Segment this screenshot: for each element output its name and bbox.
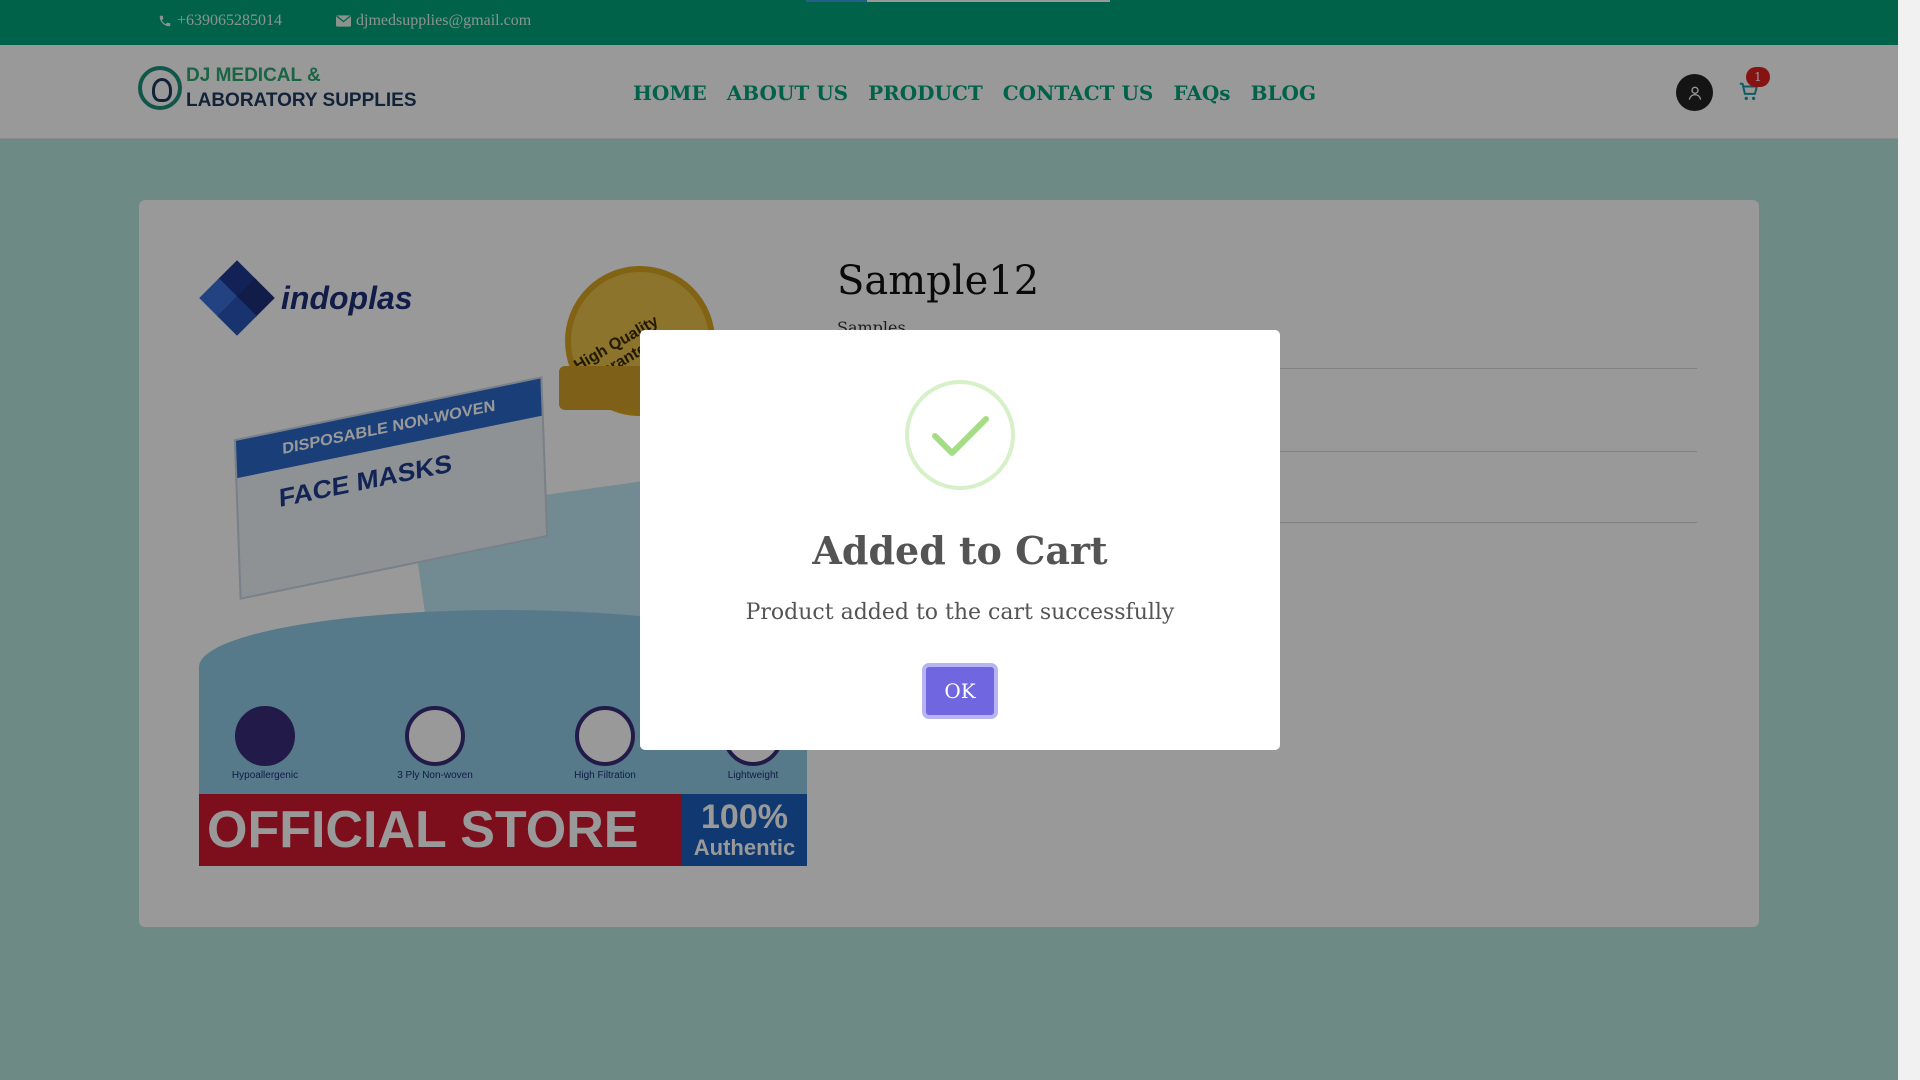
checkmark-icon [932,416,989,456]
added-to-cart-dialog: Added to Cart Product added to the cart … [640,330,1280,750]
success-circle [905,380,1015,490]
dialog-message: Product added to the cart successfully [745,600,1175,625]
page-scrollbar[interactable] [1898,0,1920,1080]
dialog-title: Added to Cart [812,528,1108,573]
ok-button[interactable]: OK [922,663,998,719]
